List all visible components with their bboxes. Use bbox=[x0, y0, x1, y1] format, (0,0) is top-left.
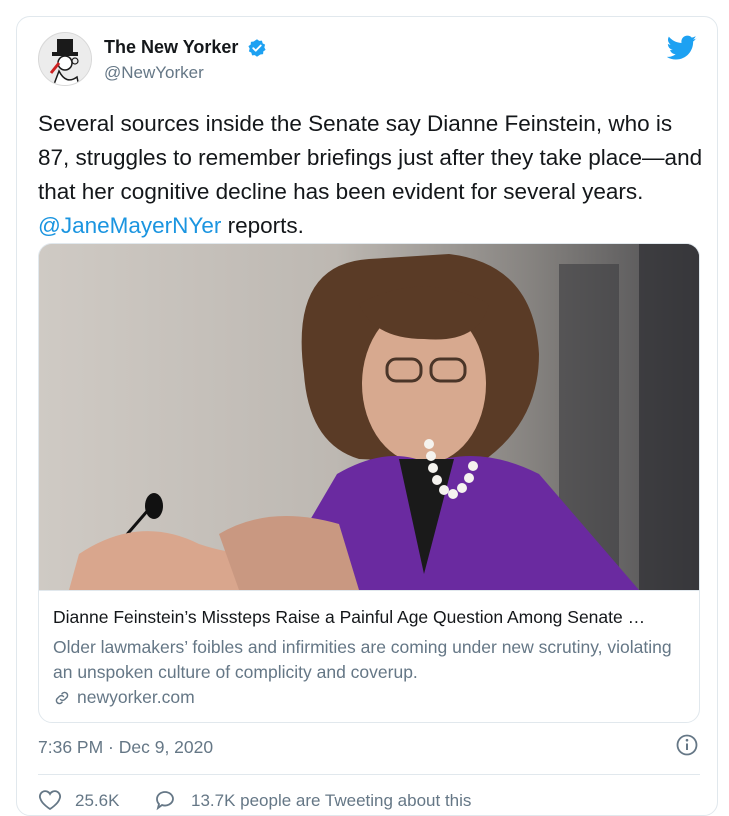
author-name[interactable]: The New Yorker bbox=[104, 37, 238, 58]
divider bbox=[38, 774, 700, 775]
avatar[interactable] bbox=[38, 32, 92, 86]
tweet-text-body: Several sources inside the Senate say Di… bbox=[38, 111, 703, 204]
tweet-timestamp[interactable]: 7:36 PM · Dec 9, 2020 bbox=[38, 737, 213, 758]
tweet-card: The New Yorker @NewYorker Several source… bbox=[16, 16, 718, 816]
twitter-bird-icon[interactable] bbox=[667, 35, 697, 61]
info-icon[interactable] bbox=[675, 733, 699, 757]
link-card-title[interactable]: Dianne Feinstein’s Missteps Raise a Pain… bbox=[53, 607, 645, 628]
like-count[interactable]: 25.6K bbox=[75, 791, 119, 811]
author-handle[interactable]: @NewYorker bbox=[104, 63, 204, 83]
link-icon bbox=[55, 691, 69, 705]
tweet-text-tail: reports. bbox=[221, 213, 304, 238]
verified-badge-icon bbox=[248, 39, 266, 57]
tweet-text: Several sources inside the Senate say Di… bbox=[38, 107, 708, 243]
link-preview-card[interactable]: Dianne Feinstein’s Missteps Raise a Pain… bbox=[38, 243, 700, 723]
heart-icon[interactable] bbox=[38, 789, 62, 811]
article-photo[interactable] bbox=[39, 244, 699, 590]
link-card-domain: newyorker.com bbox=[77, 687, 195, 707]
link-card-description: Older lawmakers’ foibles and infirmities… bbox=[53, 637, 672, 682]
tweeting-about-count[interactable]: 13.7K people are Tweeting about this bbox=[191, 791, 471, 811]
speech-bubble-icon[interactable] bbox=[153, 789, 177, 811]
mention-link[interactable]: @JaneMayerNYer bbox=[38, 213, 221, 238]
link-card-body[interactable]: Dianne Feinstein’s Missteps Raise a Pain… bbox=[39, 590, 699, 722]
